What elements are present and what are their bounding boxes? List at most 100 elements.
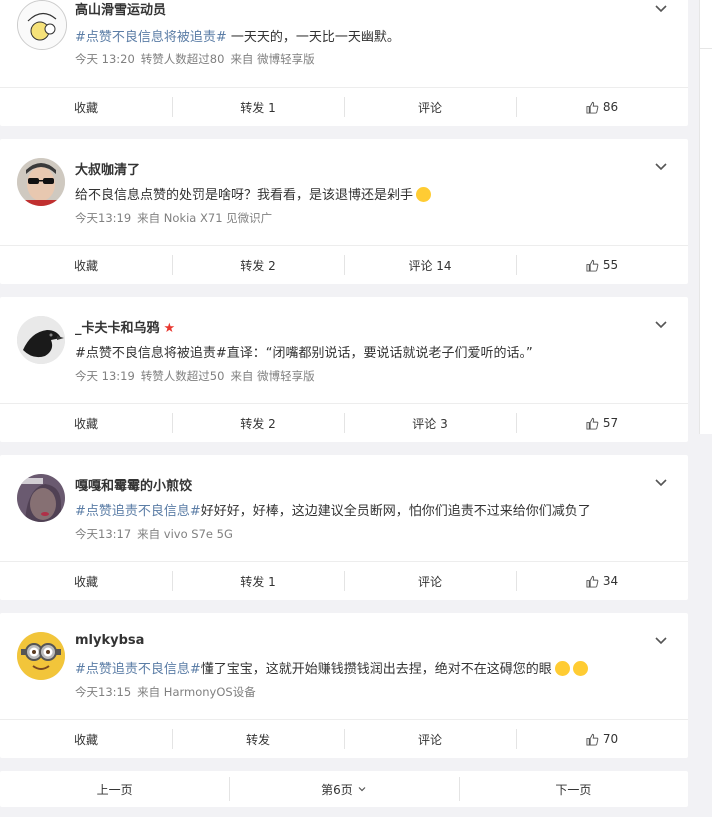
post-source[interactable]: 来自 微博轻享版 [230, 369, 314, 383]
like-button[interactable]: 86 [516, 88, 688, 126]
repost-label: 转发 [245, 732, 270, 747]
comment-label: 评论 14 [408, 258, 452, 273]
post-content: 给不良信息点赞的处罚是啥呀？我看看，是该退博还是剁手 [75, 184, 668, 203]
hashtag-link[interactable]: #点赞追责不良信息# [75, 662, 201, 677]
post-time[interactable]: 今天 13:20 [75, 52, 135, 66]
post-text: 一天天的，一天比一天幽默。 [226, 30, 400, 45]
comment-button[interactable]: 评论 [344, 562, 516, 600]
next-page-button[interactable]: 下一页 [458, 771, 688, 807]
post-content: #点赞追责不良信息#懂了宝宝，这就开始赚钱攒钱润出去捏，绝对不在这碍您的眼 [75, 658, 668, 677]
comment-button[interactable]: 评论 [344, 88, 516, 126]
thumbs-up-icon [586, 101, 599, 114]
prev-page-label: 上一页 [96, 782, 133, 797]
like-button[interactable]: 34 [516, 562, 688, 600]
repost-count-note: 转赞人数超过80 [140, 52, 225, 66]
current-page-label: 第6页 [321, 782, 353, 797]
hashtag-link[interactable]: #点赞不良信息将被追责# [75, 30, 227, 45]
page-select[interactable]: 第6页 [229, 771, 458, 807]
chevron-down-icon[interactable] [654, 317, 668, 331]
username[interactable]: 大叔咖清了 [75, 159, 140, 178]
post-content: #点赞不良信息将被追责# 一天天的，一天比一天幽默。 [75, 26, 668, 45]
chevron-down-icon[interactable] [654, 1, 668, 15]
post-time[interactable]: 今天13:19 [75, 211, 131, 225]
prev-page-button[interactable]: 上一页 [0, 771, 229, 807]
like-button[interactable]: 70 [516, 720, 688, 758]
post-source[interactable]: 来自 vivo S7e 5G [137, 527, 233, 541]
like-button[interactable]: 55 [516, 246, 688, 284]
comment-button[interactable]: 评论 14 [344, 246, 516, 284]
avatar[interactable] [17, 316, 65, 364]
comment-button[interactable]: 评论 [344, 720, 516, 758]
post-card: 嘎嘎和霉霉的小煎饺 #点赞追责不良信息#好好好，好棒，这边建议全员断网，怕你们追… [0, 455, 688, 600]
favorite-label: 收藏 [73, 732, 98, 747]
username[interactable]: 嘎嘎和霉霉的小煎饺 [75, 475, 192, 494]
post-text: 好好好，好棒，这边建议全员断网，怕你们追责不过来给你们减负了 [200, 504, 591, 519]
comment-label: 评论 [417, 574, 442, 589]
favorite-label: 收藏 [73, 258, 98, 273]
post-time[interactable]: 今天 13:19 [75, 369, 135, 383]
repost-button[interactable]: 转发 [172, 720, 344, 758]
favorite-button[interactable]: 收藏 [0, 404, 172, 442]
repost-label: 转发 2 [240, 258, 276, 273]
chevron-down-icon[interactable] [654, 633, 668, 647]
like-button[interactable]: 57 [516, 404, 688, 442]
post-content: #点赞不良信息将被追责#直译：“闭嘴都别说话，要说话就说老子们爱听的话。” [75, 342, 668, 361]
post-source[interactable]: 来自 Nokia X71 见微识广 [137, 211, 272, 225]
repost-label: 转发 2 [240, 416, 276, 431]
post-card: mlykybsa #点赞追责不良信息#懂了宝宝，这就开始赚钱攒钱润出去捏，绝对不… [0, 613, 688, 758]
pagination: 上一页 第6页 下一页 [0, 771, 688, 807]
repost-button[interactable]: 转发 1 [172, 88, 344, 126]
sidebar-box [700, 8, 712, 49]
like-count: 34 [602, 574, 619, 588]
comment-button[interactable]: 评论 3 [344, 404, 516, 442]
repost-label: 转发 1 [240, 100, 276, 115]
chevron-down-icon[interactable] [654, 159, 668, 173]
repost-button[interactable]: 转发 2 [172, 246, 344, 284]
repost-button[interactable]: 转发 1 [172, 562, 344, 600]
right-sidebar [699, 0, 712, 434]
favorite-label: 收藏 [73, 416, 98, 431]
username[interactable]: mlykybsa [75, 633, 144, 648]
username-link[interactable]: _卡夫卡和乌鸦 [75, 321, 160, 336]
post-time[interactable]: 今天13:15 [75, 685, 131, 699]
action-bar: 收藏 转发 1 评论 86 [0, 87, 688, 126]
chevron-down-icon[interactable] [654, 475, 668, 489]
post-meta: 今天13:17 来自 vivo S7e 5G [75, 526, 239, 542]
post-card: _卡夫卡和乌鸦 ★ #点赞不良信息将被追责#直译：“闭嘴都别说话，要说话就说老子们… [0, 297, 688, 442]
post-source[interactable]: 来自 HarmonyOS设备 [137, 685, 256, 699]
like-count: 70 [602, 732, 619, 746]
avatar[interactable] [17, 632, 65, 680]
favorite-button[interactable]: 收藏 [0, 562, 172, 600]
post-content: #点赞追责不良信息#好好好，好棒，这边建议全员断网，怕你们追责不过来给你们减负了 [75, 500, 668, 519]
next-page-label: 下一页 [555, 782, 592, 797]
laughing-emoji-icon [416, 187, 432, 202]
post-text: 给不良信息点赞的处罚是啥呀？我看看，是该退博还是剁手 [75, 188, 414, 203]
post-source[interactable]: 来自 微博轻享版 [230, 52, 314, 66]
like-count: 86 [602, 100, 619, 114]
comment-label: 评论 [417, 100, 442, 115]
post-text: 懂了宝宝，这就开始赚钱攒钱润出去捏，绝对不在这碍您的眼 [200, 662, 552, 677]
favorite-label: 收藏 [73, 574, 98, 589]
post-text: 直译：“闭嘴都别说话，要说话就说老子们爱听的话。” [226, 346, 533, 361]
post-hashtag-text[interactable]: #点赞不良信息将被追责# [75, 346, 227, 361]
favorite-button[interactable]: 收藏 [0, 246, 172, 284]
avatar[interactable] [17, 474, 65, 522]
chevron-down-icon [358, 787, 366, 792]
favorite-button[interactable]: 收藏 [0, 720, 172, 758]
post-card: 高山滑雪运动员 #点赞不良信息将被追责# 一天天的，一天比一天幽默。 今天 13… [0, 0, 688, 126]
repost-button[interactable]: 转发 2 [172, 404, 344, 442]
comment-label: 评论 [417, 732, 442, 747]
avatar[interactable] [17, 158, 65, 206]
repost-count-note: 转赞人数超过50 [140, 369, 225, 383]
hashtag-link[interactable]: #点赞追责不良信息# [75, 504, 201, 519]
like-count: 55 [602, 258, 619, 272]
post-time[interactable]: 今天13:17 [75, 527, 131, 541]
like-count: 57 [602, 416, 619, 430]
star-badge-icon: ★ [163, 321, 176, 336]
favorite-button[interactable]: 收藏 [0, 88, 172, 126]
action-bar: 收藏 转发 2 评论 3 57 [0, 403, 688, 442]
repost-label: 转发 1 [240, 574, 276, 589]
username[interactable]: 高山滑雪运动员 [75, 0, 166, 18]
post-meta: 今天 13:19 转赞人数超过50 来自 微博轻享版 [75, 368, 321, 384]
avatar[interactable] [17, 0, 67, 50]
